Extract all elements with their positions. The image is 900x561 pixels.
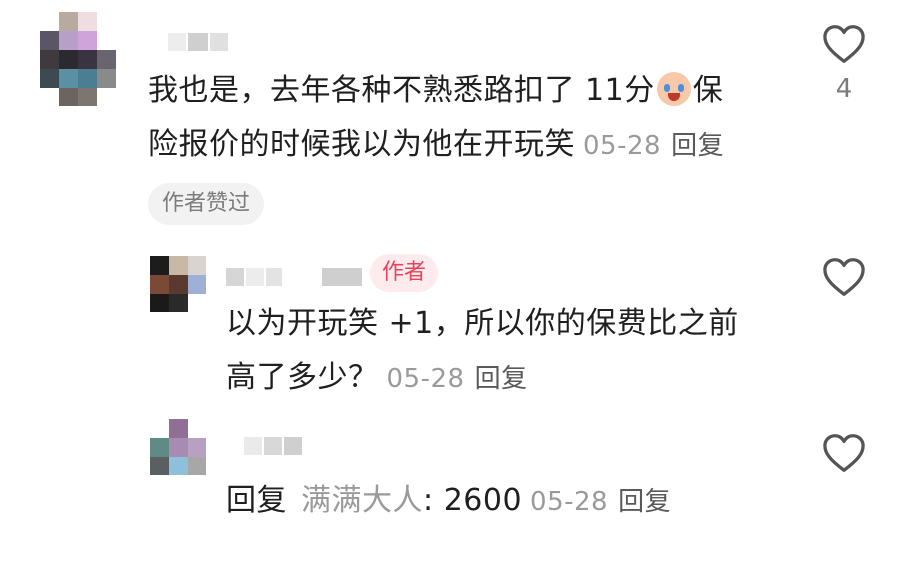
username-blurred[interactable] [226,268,362,286]
heart-outline-icon[interactable] [822,257,866,297]
crying-laughing-emoji-icon [656,72,691,106]
comment-text: 以为开玩笑 +1，所以你的保费比之前 高了多少？ 05-28 回复 [226,306,739,395]
username-blurred[interactable] [168,33,228,51]
comment-date: 05-28 [530,487,609,517]
reply-button[interactable]: 回复 [475,364,528,394]
comment-text: 我也是，去年各种不熟悉路扣了 11分保 险报价的时候我以为他在开玩笑 05-28 回… [148,72,725,162]
avatar[interactable] [150,419,206,475]
comment-text: 回复 满满大人: 2600 05-28 回复 [226,483,672,518]
comment-date: 05-28 [386,364,465,394]
reply-to-username[interactable]: 满满大人 [301,483,423,518]
like-count: 4 [835,74,853,104]
comment-date: 05-28 [583,131,662,161]
author-badge: 作者 [370,254,439,292]
heart-outline-icon[interactable] [822,433,866,473]
avatar[interactable] [40,12,116,106]
liked-by-author-badge: 作者赞过 [148,183,265,225]
avatar[interactable] [150,256,206,312]
heart-outline-icon[interactable] [822,24,866,64]
reply-button[interactable]: 回复 [618,487,671,517]
username-blurred[interactable] [244,437,302,455]
reply-button[interactable]: 回复 [671,131,724,161]
